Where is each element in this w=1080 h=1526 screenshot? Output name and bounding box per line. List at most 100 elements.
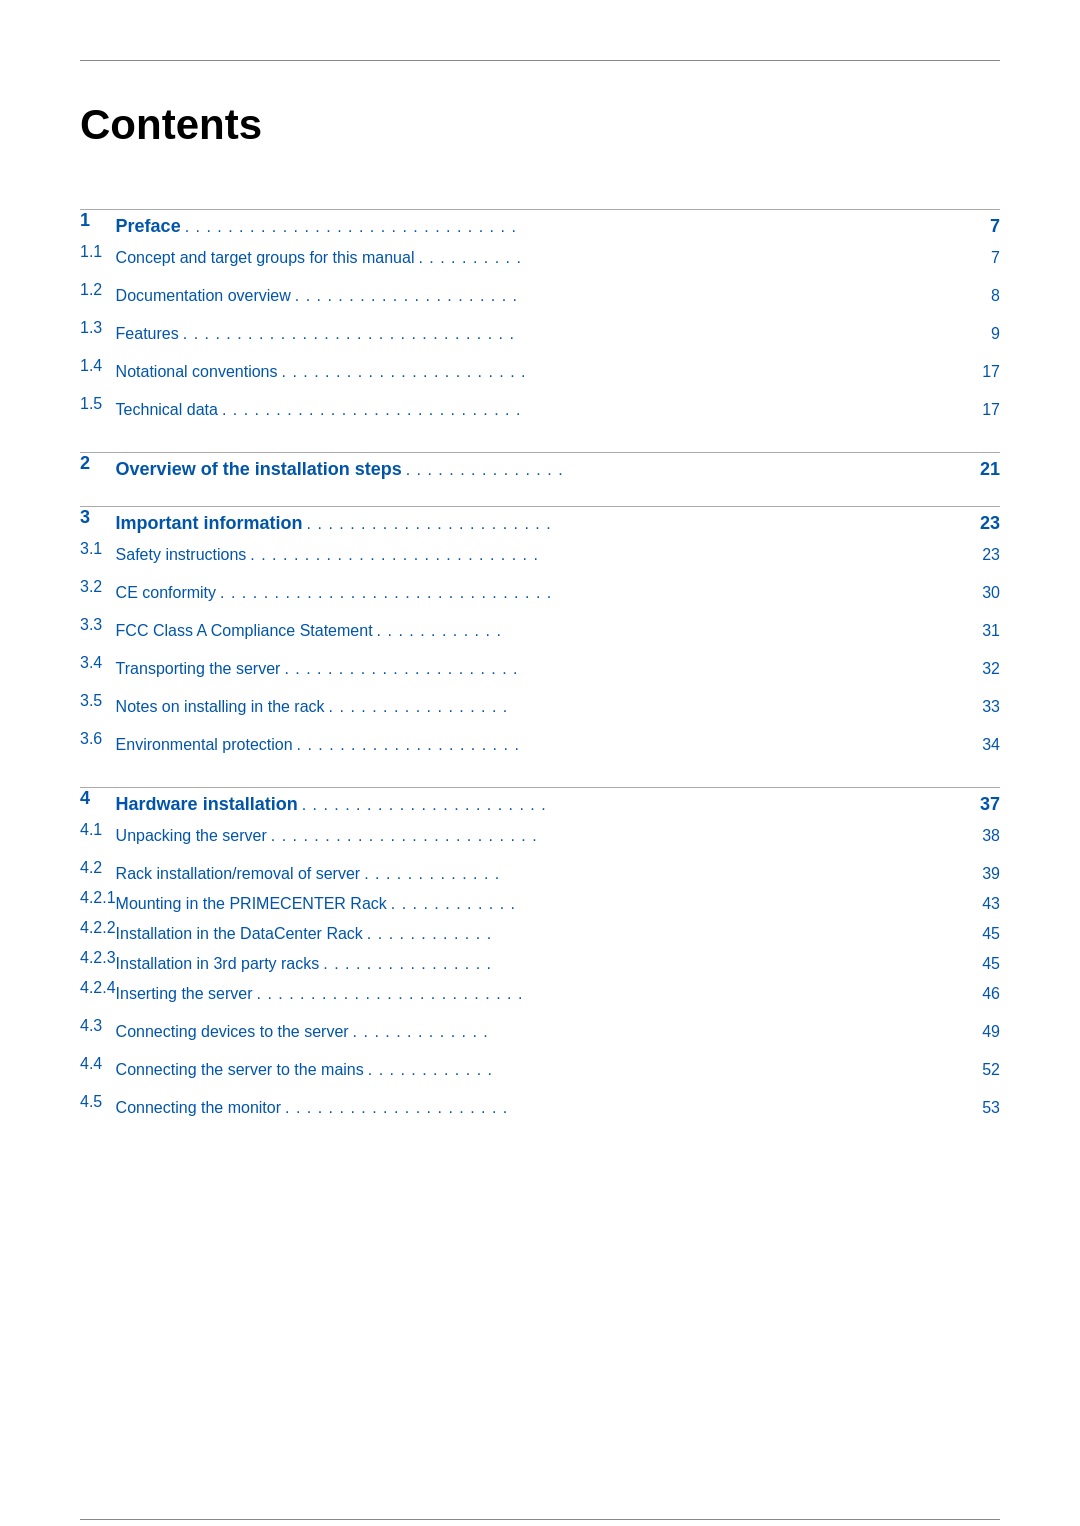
toc-small-spacer xyxy=(80,425,1000,433)
toc-number: 3.1 xyxy=(80,540,116,570)
toc-page-number: 8 xyxy=(960,281,1000,311)
toc-dots: . . . . . . . . . . . . . . . xyxy=(402,461,956,479)
toc-title-cell: Connecting devices to the server . . . .… xyxy=(116,1017,1000,1047)
toc-number: 2 xyxy=(80,453,116,487)
toc-dots: . . . . . . . . . . . . . . . . . xyxy=(325,698,956,716)
toc-number: 4.2 xyxy=(80,859,116,889)
toc-entry-title: Notes on installing in the rack xyxy=(116,692,325,722)
toc-entry-title: Transporting the server xyxy=(116,654,281,684)
toc-row: 1.4Notational conventions . . . . . . . … xyxy=(80,357,1000,387)
toc-number: 1.5 xyxy=(80,395,116,425)
toc-number: 4.1 xyxy=(80,821,116,851)
toc-spacer xyxy=(80,768,1000,788)
toc-row: 3.3FCC Class A Compliance Statement . . … xyxy=(80,616,1000,646)
toc-sub-title-cell: Mounting in the PRIMECENTER Rack . . . .… xyxy=(116,889,1000,919)
toc-sub-page-number: 45 xyxy=(960,919,1000,949)
toc-row: 1Preface . . . . . . . . . . . . . . . .… xyxy=(80,209,1000,243)
toc-number: 3.5 xyxy=(80,692,116,722)
toc-page-number: 7 xyxy=(960,243,1000,273)
page-footer: RX600 S4 Operating manual xyxy=(80,1519,1000,1526)
toc-entry-title: Important information xyxy=(116,507,303,540)
toc-number: 3.4 xyxy=(80,654,116,684)
toc-dots: . . . . . . . . . . . . . . . . . . . . … xyxy=(216,584,956,602)
toc-title-cell: CE conformity . . . . . . . . . . . . . … xyxy=(116,578,1000,608)
toc-dots: . . . . . . . . . . . . . . . . . . . . … xyxy=(267,827,956,845)
toc-title-cell: Hardware installation . . . . . . . . . … xyxy=(116,788,1000,822)
toc-title-cell: Concept and target groups for this manua… xyxy=(116,243,1000,273)
toc-entry-title: FCC Class A Compliance Statement xyxy=(116,616,373,646)
toc-small-spacer xyxy=(80,311,1000,319)
toc-small-spacer xyxy=(80,608,1000,616)
toc-entry-title: Overview of the installation steps xyxy=(116,453,402,486)
toc-sub-entry-title: Inserting the server xyxy=(116,979,253,1009)
toc-sub-dots: . . . . . . . . . . . . xyxy=(363,925,956,943)
toc-small-spacer xyxy=(80,570,1000,578)
toc-small-spacer xyxy=(80,349,1000,357)
toc-small-spacer xyxy=(80,1009,1000,1017)
toc-dots: . . . . . . . . . . . . . xyxy=(349,1023,956,1041)
toc-sub-entry-title: Mounting in the PRIMECENTER Rack xyxy=(116,889,387,919)
toc-entry-title: Notational conventions xyxy=(116,357,278,387)
toc-small-spacer xyxy=(80,1085,1000,1093)
page-title: Contents xyxy=(80,101,1000,149)
toc-dots: . . . . . . . . . . . . xyxy=(373,622,956,640)
toc-sub-number: 4.2.1 xyxy=(80,889,116,919)
toc-title-cell: FCC Class A Compliance Statement . . . .… xyxy=(116,616,1000,646)
toc-page-number: 52 xyxy=(960,1055,1000,1085)
toc-entry-title: Documentation overview xyxy=(116,281,291,311)
toc-sub-entry-title: Installation in 3rd party racks xyxy=(116,949,320,979)
toc-small-spacer xyxy=(80,722,1000,730)
toc-spacer xyxy=(80,189,1000,209)
toc-title-cell: Connecting the monitor . . . . . . . . .… xyxy=(116,1093,1000,1123)
toc-table: 1Preface . . . . . . . . . . . . . . . .… xyxy=(80,189,1000,1131)
toc-entry-title: Features xyxy=(116,319,179,349)
toc-page-number: 17 xyxy=(960,395,1000,425)
toc-row: 3.4Transporting the server . . . . . . .… xyxy=(80,654,1000,684)
toc-small-spacer xyxy=(80,1123,1000,1131)
toc-number: 4.4 xyxy=(80,1055,116,1085)
toc-sub-title-cell: Inserting the server . . . . . . . . . .… xyxy=(116,979,1000,1009)
toc-dots: . . . . . . . . . . . . . . . . . . . . … xyxy=(181,218,956,236)
toc-row: 4.1Unpacking the server . . . . . . . . … xyxy=(80,821,1000,851)
toc-row: 1.2Documentation overview . . . . . . . … xyxy=(80,281,1000,311)
toc-row: 3Important information . . . . . . . . .… xyxy=(80,506,1000,540)
toc-number: 4.3 xyxy=(80,1017,116,1047)
toc-page-number: 37 xyxy=(960,788,1000,821)
toc-sub-page-number: 45 xyxy=(960,949,1000,979)
toc-number: 1.2 xyxy=(80,281,116,311)
toc-row: 4.5Connecting the monitor . . . . . . . … xyxy=(80,1093,1000,1123)
toc-sub-row: 4.2.4Inserting the server . . . . . . . … xyxy=(80,979,1000,1009)
toc-title-cell: Notes on installing in the rack . . . . … xyxy=(116,692,1000,722)
toc-row: 3.1Safety instructions . . . . . . . . .… xyxy=(80,540,1000,570)
toc-spacer xyxy=(80,433,1000,453)
toc-title-cell: Overview of the installation steps . . .… xyxy=(116,453,1000,487)
toc-number: 1.3 xyxy=(80,319,116,349)
toc-number: 3.2 xyxy=(80,578,116,608)
toc-entry-title: Connecting devices to the server xyxy=(116,1017,349,1047)
toc-page-number: 38 xyxy=(960,821,1000,851)
toc-number: 3.6 xyxy=(80,730,116,760)
toc-page-number: 32 xyxy=(960,654,1000,684)
toc-row: 2Overview of the installation steps . . … xyxy=(80,453,1000,487)
toc-page-number: 17 xyxy=(960,357,1000,387)
toc-sub-dots: . . . . . . . . . . . . xyxy=(387,895,956,913)
toc-number: 4.5 xyxy=(80,1093,116,1123)
toc-title-cell: Documentation overview . . . . . . . . .… xyxy=(116,281,1000,311)
toc-title-cell: Safety instructions . . . . . . . . . . … xyxy=(116,540,1000,570)
toc-entry-title: Unpacking the server xyxy=(116,821,267,851)
toc-spacer xyxy=(80,486,1000,506)
toc-dots: . . . . . . . . . . . . . xyxy=(360,865,956,883)
toc-page-number: 7 xyxy=(960,210,1000,243)
toc-dots: . . . . . . . . . . . . . . . . . . . . … xyxy=(218,401,956,419)
toc-dots: . . . . . . . . . . . . . . . . . . . . … xyxy=(246,546,956,564)
toc-number: 3 xyxy=(80,506,116,540)
toc-dots: . . . . . . . . . . . . . . . . . . . . … xyxy=(280,660,956,678)
toc-page-number: 9 xyxy=(960,319,1000,349)
toc-small-spacer xyxy=(80,387,1000,395)
toc-sub-title-cell: Installation in 3rd party racks . . . . … xyxy=(116,949,1000,979)
toc-title-cell: Connecting the server to the mains . . .… xyxy=(116,1055,1000,1085)
toc-entry-title: Rack installation/removal of server xyxy=(116,859,361,889)
toc-title-cell: Environmental protection . . . . . . . .… xyxy=(116,730,1000,760)
toc-small-spacer xyxy=(80,273,1000,281)
toc-page-number: 30 xyxy=(960,578,1000,608)
